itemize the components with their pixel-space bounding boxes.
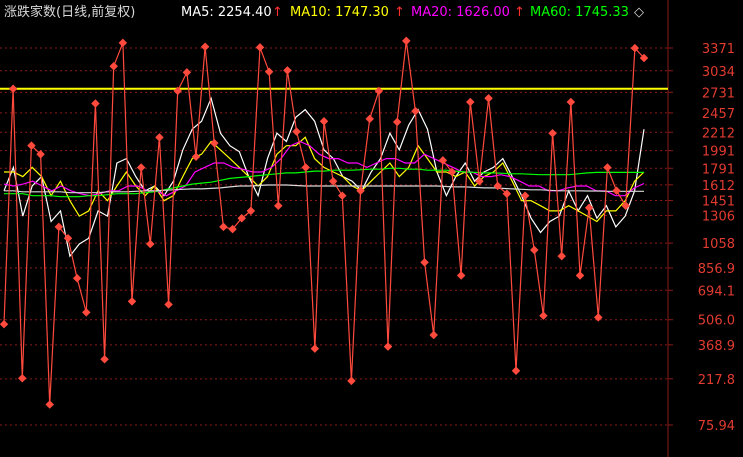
y-tick-label: 3371: [702, 42, 735, 57]
chart-background: [0, 0, 743, 457]
chart-header: 涨跌家数(日线,前复权) MA5: 2254.40 ↑ MA10: 1747.3…: [4, 4, 644, 20]
ma60-marker: ◇: [634, 5, 644, 20]
ma20-arrow: ↑: [514, 5, 525, 20]
chart-canvas: 涨跌家数(日线,前复权) MA5: 2254.40 ↑ MA10: 1747.3…: [0, 0, 743, 457]
y-tick-label: 1058: [702, 237, 735, 252]
ma10-arrow: ↑: [394, 5, 405, 20]
y-tick-label: 1991: [702, 145, 735, 160]
y-tick-label: 2212: [702, 126, 735, 141]
ma5-arrow: ↑: [272, 5, 283, 20]
y-tick-label: 1451: [702, 195, 735, 210]
ma10-label: MA10: 1747.30: [290, 5, 389, 20]
y-tick-label: 1306: [702, 209, 735, 224]
y-tick-label: 2457: [702, 107, 735, 122]
y-tick-label: 856.9: [698, 262, 735, 277]
chart-title: 涨跌家数(日线,前复权): [4, 4, 135, 20]
y-tick-label: 506.0: [698, 314, 735, 329]
y-tick-label: 368.9: [698, 339, 735, 354]
y-tick-label: 3034: [702, 65, 735, 80]
y-tick-label: 2731: [702, 86, 735, 101]
y-tick-label: 217.8: [698, 373, 735, 388]
y-tick-label: 1791: [702, 162, 735, 177]
y-tick-label: 1612: [702, 179, 735, 194]
y-tick-label: 694.1: [698, 284, 735, 299]
y-tick-label: 75.94: [698, 419, 735, 434]
ma60-label: MA60: 1745.33: [530, 5, 629, 20]
ma5-label: MA5: 2254.40: [181, 5, 272, 20]
ma20-label: MA20: 1626.00: [411, 5, 510, 20]
